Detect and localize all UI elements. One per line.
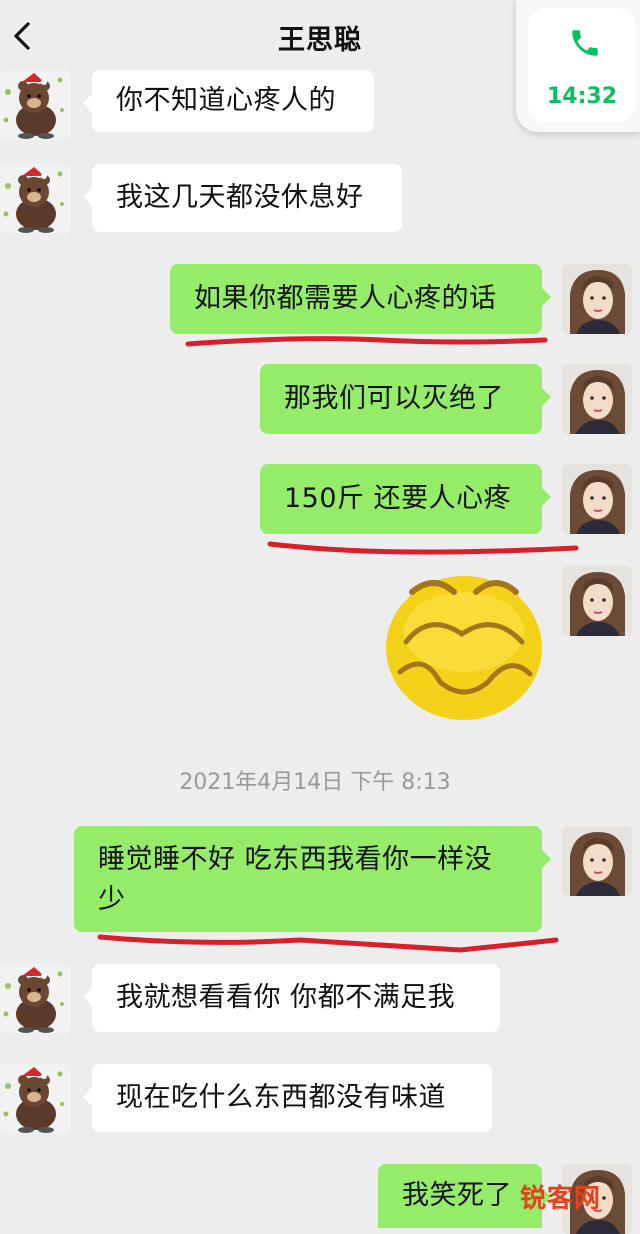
watermark-logo: 锐客网: [520, 1184, 602, 1214]
my-avatar[interactable]: [562, 264, 632, 334]
incoming-message-bubble[interactable]: 我这几天都没休息好: [83, 164, 402, 232]
underline-stroke: [267, 541, 579, 555]
my-avatar[interactable]: [562, 364, 632, 434]
message-timestamp: 2021年4月14日 下午 8:13: [179, 770, 451, 795]
call-duration: 14:32: [546, 84, 618, 109]
my-avatar[interactable]: [562, 566, 632, 636]
contact-avatar[interactable]: [0, 964, 70, 1034]
phone-icon: [572, 30, 598, 56]
outgoing-message-bubble[interactable]: 150斤 还要人心疼: [260, 464, 551, 534]
contact-avatar[interactable]: [0, 1064, 70, 1134]
outgoing-message-bubble[interactable]: 睡觉睡不好 吃东西我看你一样没少: [74, 826, 551, 932]
outgoing-message-bubble[interactable]: 如果你都需要人心疼的话: [170, 264, 551, 334]
emoji-sticker[interactable]: [384, 572, 544, 722]
underline-stroke: [97, 934, 559, 953]
incoming-message-bubble[interactable]: 我就想看看你 你都不满足我: [83, 964, 500, 1032]
outgoing-message-bubble[interactable]: 我笑死了: [378, 1164, 551, 1228]
underline-stroke: [185, 336, 548, 347]
call-widget[interactable]: 14:32: [516, 0, 640, 132]
incoming-message-bubble[interactable]: 你不知道心疼人的: [83, 70, 374, 132]
contact-avatar[interactable]: [0, 164, 70, 234]
incoming-message-bubble[interactable]: 现在吃什么东西都没有味道: [83, 1064, 492, 1132]
outgoing-message-bubble[interactable]: 那我们可以灭绝了: [260, 364, 551, 434]
contact-avatar[interactable]: [0, 70, 70, 140]
my-avatar[interactable]: [562, 464, 632, 534]
my-avatar[interactable]: [562, 826, 632, 896]
